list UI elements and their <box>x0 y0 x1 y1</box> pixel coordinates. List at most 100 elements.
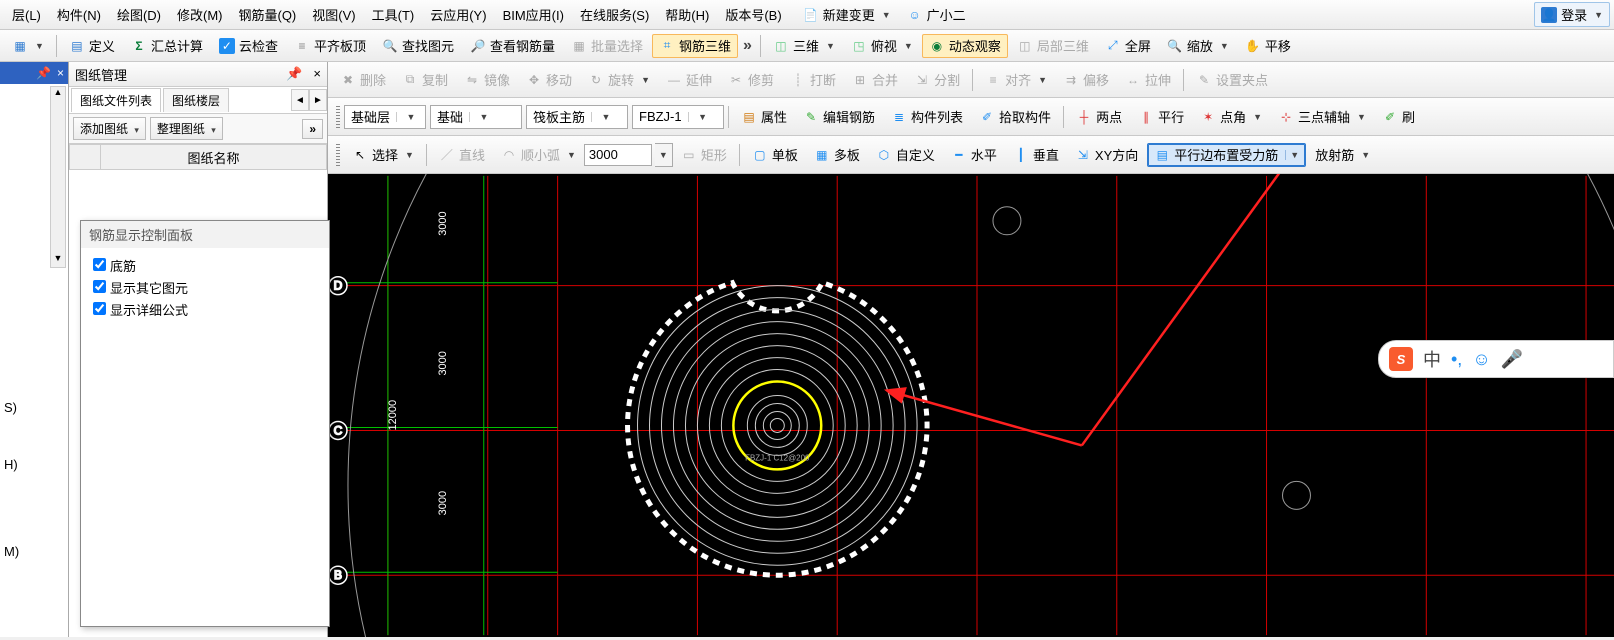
menu-version[interactable]: 版本号(B) <box>717 1 789 28</box>
brush-button[interactable]: ✐刷 <box>1375 105 1422 129</box>
extend-button[interactable]: ―延伸 <box>659 68 719 92</box>
menu-layer[interactable]: 层(L) <box>4 1 49 28</box>
flat-slab-top-button[interactable]: ≡ 平齐板顶 <box>287 34 373 58</box>
checkbox-show-other[interactable] <box>93 280 106 293</box>
option-bottom-rebar[interactable]: 底筋 <box>81 254 329 276</box>
find-entity-button[interactable]: 🔍 查找图元 <box>375 34 461 58</box>
three-point-axis-button[interactable]: ⊹三点辅轴▼ <box>1271 105 1373 129</box>
parallel-edge-rebar-button[interactable]: ▤ 平行边布置受力筋 ▼ <box>1147 143 1306 167</box>
delete-button[interactable]: ✖删除 <box>333 68 393 92</box>
tab-paper-floor-map[interactable]: 图纸楼层 <box>163 88 229 112</box>
custom-button[interactable]: ⬡自定义 <box>869 143 942 167</box>
local-3d-button[interactable]: ◫ 局部三维 <box>1010 34 1096 58</box>
new-change-button[interactable]: 📄 新建变更 ▼ <box>796 3 898 27</box>
ime-emoji-icon[interactable]: ☺ <box>1472 349 1490 370</box>
pin-icon[interactable]: 📌 <box>36 66 51 80</box>
file-button[interactable]: ▦▼ <box>5 34 51 58</box>
dock-item[interactable]: M) <box>0 538 68 565</box>
rebar-display-control-panel[interactable]: 钢筋显示控制面板 底筋 显示其它图元 显示详细公式 <box>80 220 330 627</box>
single-slab-button[interactable]: ▢单板 <box>745 143 805 167</box>
menu-view[interactable]: 视图(V) <box>304 1 363 28</box>
two-points-button[interactable]: ┼两点 <box>1069 105 1129 129</box>
cloud-check-button[interactable]: ✓ 云检查 <box>212 34 285 58</box>
ime-bar[interactable]: S 中 •, ☺ 🎤 <box>1378 340 1614 378</box>
menu-draw[interactable]: 绘图(D) <box>109 1 169 28</box>
dock-item[interactable]: H) <box>0 451 68 478</box>
mirror-button[interactable]: ⇋镜像 <box>457 68 517 92</box>
set-grip-button[interactable]: ✎设置夹点 <box>1189 68 1275 92</box>
toolbar-grip[interactable] <box>336 144 340 166</box>
close-icon[interactable]: × <box>313 66 321 81</box>
rebar-3d-button[interactable]: ⌗ 钢筋三维 <box>652 34 738 58</box>
component-select[interactable]: 筏板主筋▼ <box>526 105 628 129</box>
component-list-button[interactable]: ≣构件列表 <box>884 105 970 129</box>
break-button[interactable]: ┊打断 <box>783 68 843 92</box>
code-select[interactable]: FBZJ-1▼ <box>632 105 724 129</box>
horizontal-button[interactable]: ━水平 <box>944 143 1004 167</box>
multi-slab-button[interactable]: ▦多板 <box>807 143 867 167</box>
line-button[interactable]: ／直线 <box>432 143 492 167</box>
level-select[interactable]: 基础层▼ <box>344 105 426 129</box>
sum-calc-button[interactable]: Σ 汇总计算 <box>124 34 210 58</box>
scrollbar[interactable]: ▲ ▼ <box>50 86 66 268</box>
assistant-button[interactable]: ☺ 广小二 <box>900 3 973 27</box>
menu-online[interactable]: 在线服务(S) <box>572 1 657 28</box>
overflow-button[interactable]: » <box>739 37 756 55</box>
view3d-button[interactable]: ◫ 三维 ▼ <box>766 34 842 58</box>
menu-help[interactable]: 帮助(H) <box>657 1 717 28</box>
checkbox-bottom-rebar[interactable] <box>93 258 106 271</box>
ime-punct-icon[interactable]: •, <box>1451 349 1462 370</box>
menu-modify[interactable]: 修改(M) <box>169 1 231 28</box>
login-button[interactable]: 👤 登录 ▼ <box>1534 2 1610 27</box>
close-icon[interactable]: × <box>57 66 64 80</box>
angle-button[interactable]: ✶点角▼ <box>1193 105 1269 129</box>
dock-item[interactable]: S) <box>0 394 68 421</box>
menu-component[interactable]: 构件(N) <box>49 1 109 28</box>
select-button[interactable]: ↖选择▼ <box>345 143 421 167</box>
checkbox-show-formula[interactable] <box>93 302 106 315</box>
toolbar-grip[interactable] <box>336 106 340 128</box>
rect-button[interactable]: ▭矩形 <box>674 143 734 167</box>
xy-direction-button[interactable]: ⇲XY方向 <box>1068 143 1145 167</box>
stretch-button[interactable]: ↔拉伸 <box>1118 68 1178 92</box>
arrange-paper-button[interactable]: 整理图纸 ▾ <box>150 117 223 140</box>
edit-rebar-button[interactable]: ✎编辑钢筋 <box>796 105 882 129</box>
drawing-canvas[interactable]: D C B 12000 3000 3000 3000 <box>328 174 1614 637</box>
category-select[interactable]: 基础▼ <box>430 105 522 129</box>
chevron-down-icon[interactable]: ▼ <box>655 143 673 167</box>
ime-mode-label[interactable]: 中 <box>1423 346 1441 372</box>
add-paper-button[interactable]: 添加图纸 ▾ <box>73 117 146 140</box>
view-rebar-button[interactable]: 🔎 查看钢筋量 <box>463 34 562 58</box>
top-view-button[interactable]: ◳ 俯视 ▼ <box>844 34 920 58</box>
pan-button[interactable]: ✋ 平移 <box>1238 34 1298 58</box>
ime-mic-icon[interactable]: 🎤 <box>1501 349 1523 370</box>
rotate-button[interactable]: ↻旋转▼ <box>581 68 657 92</box>
props-button[interactable]: ▤属性 <box>734 105 794 129</box>
offset-button[interactable]: ⇉偏移 <box>1056 68 1116 92</box>
align-button[interactable]: ≡对齐▼ <box>978 68 1054 92</box>
parallel-button[interactable]: ∥平行 <box>1131 105 1191 129</box>
trim-button[interactable]: ✂修剪 <box>721 68 781 92</box>
dynamic-view-button[interactable]: ◉ 动态观察 <box>922 34 1008 58</box>
menu-tools[interactable]: 工具(T) <box>364 1 423 28</box>
batch-select-button[interactable]: ▦ 批量选择 <box>564 34 650 58</box>
distance-input[interactable] <box>584 144 652 166</box>
zoom-button[interactable]: 🔍 缩放 ▼ <box>1160 34 1236 58</box>
arc-button[interactable]: ◠顺小弧▼ <box>494 143 583 167</box>
fullscreen-button[interactable]: ⤢ 全屏 <box>1098 34 1158 58</box>
merge-button[interactable]: ⊞合并 <box>845 68 905 92</box>
menu-cloud[interactable]: 云应用(Y) <box>422 1 494 28</box>
vertical-button[interactable]: ┃垂直 <box>1006 143 1066 167</box>
split-button[interactable]: ⇲分割 <box>907 68 967 92</box>
menu-bim[interactable]: BIM应用(I) <box>495 1 572 28</box>
move-button[interactable]: ✥移动 <box>519 68 579 92</box>
tab-scroll-left-button[interactable]: ◄ <box>291 89 309 111</box>
radial-rebar-button[interactable]: 放射筋▼ <box>1308 143 1377 167</box>
paper-toolbar-overflow[interactable]: » <box>302 119 323 139</box>
menu-rebar-qty[interactable]: 钢筋量(Q) <box>230 1 304 28</box>
pick-component-button[interactable]: ✐拾取构件 <box>972 105 1058 129</box>
tab-paper-file-list[interactable]: 图纸文件列表 <box>71 88 161 112</box>
option-show-formula[interactable]: 显示详细公式 <box>81 298 329 320</box>
define-button[interactable]: ▤ 定义 <box>62 34 122 58</box>
pin-icon[interactable]: 📌 <box>286 66 302 81</box>
